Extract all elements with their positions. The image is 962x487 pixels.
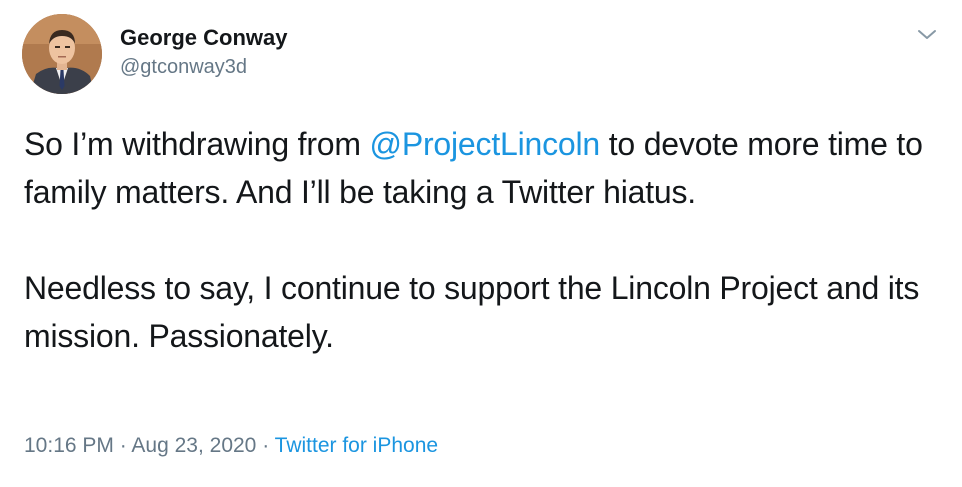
tweet-source-link[interactable]: Twitter for iPhone: [275, 434, 438, 457]
tweet-text-segment: So I’m withdrawing from: [24, 126, 370, 162]
author-display-name[interactable]: George Conway: [120, 25, 287, 51]
mention-link[interactable]: @ProjectLincoln: [370, 126, 601, 162]
tweet-menu-button[interactable]: [914, 24, 940, 46]
meta-separator: ·: [256, 434, 275, 457]
tweet-paragraph: So I’m withdrawing from @ProjectLincoln …: [24, 120, 944, 216]
author-handle[interactable]: @gtconway3d: [120, 56, 247, 79]
avatar-portrait-icon: [22, 14, 102, 94]
chevron-down-icon: [918, 30, 936, 39]
tweet-date[interactable]: Aug 23, 2020: [131, 434, 256, 457]
avatar[interactable]: [22, 14, 102, 94]
tweet-metadata: 10:16 PM · Aug 23, 2020 · Twitter for iP…: [24, 434, 438, 458]
meta-separator: ·: [113, 434, 132, 457]
tweet-paragraph: Needless to say, I continue to support t…: [24, 270, 920, 354]
tweet-time[interactable]: 10:16 PM: [24, 434, 114, 457]
tweet-body: So I’m withdrawing from @ProjectLincoln …: [24, 120, 944, 360]
tweet-card: George Conway @gtconway3d So I’m withdra…: [0, 0, 962, 487]
